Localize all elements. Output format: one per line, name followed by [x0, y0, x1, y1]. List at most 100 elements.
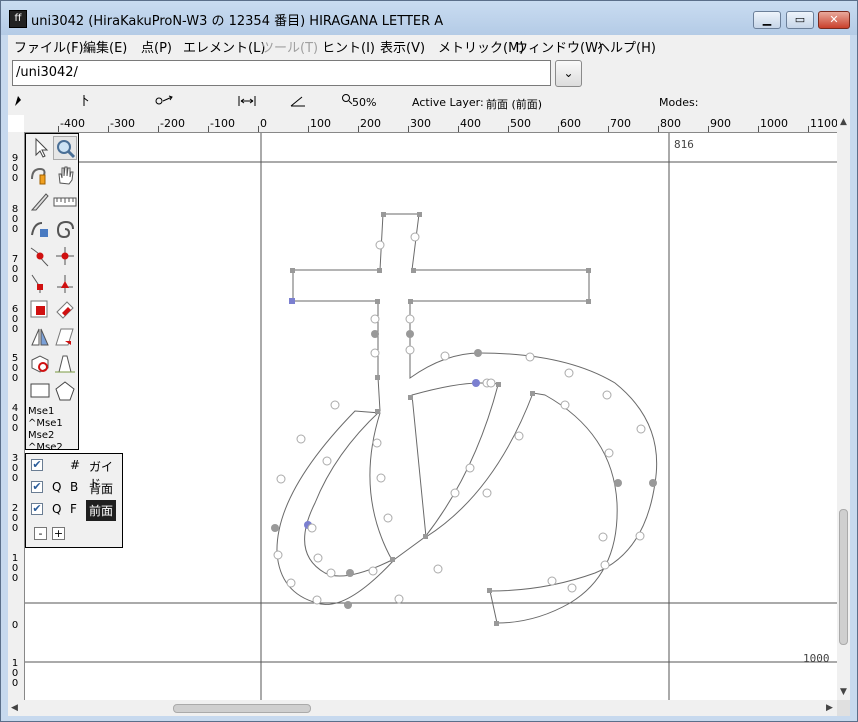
cube-rotate-icon [31, 355, 49, 373]
glyph-path-input[interactable]: /uni3042/ [12, 60, 551, 86]
ruler-tick-mark [358, 126, 359, 132]
layer-type-flag: # [70, 458, 81, 472]
relative-position-icon [155, 95, 173, 105]
ruler-tick-label: 400 [460, 117, 481, 130]
polygon-tool[interactable] [53, 379, 77, 403]
layer-type-flag: B [70, 480, 79, 494]
ruler-tick-label: 100 [310, 117, 331, 130]
hv-point-icon [56, 247, 74, 265]
horizontal-scrollbar[interactable]: ◀ ▶ [8, 700, 837, 716]
menu-point[interactable]: 点(P) [141, 37, 172, 56]
menu-file[interactable]: ファイル(F) [14, 37, 84, 56]
menu-element[interactable]: エレメント(L) [183, 37, 265, 56]
layer-visible-checkbox[interactable]: ✔ [31, 503, 43, 515]
ruler-tick-mark [408, 126, 409, 132]
perspective-icon [55, 355, 75, 373]
layer-name[interactable]: 前面 [86, 500, 117, 521]
remove-layer-button[interactable]: - [34, 527, 47, 540]
glyph-path-dropdown-button[interactable]: ⌄ [555, 60, 582, 87]
menu-hints[interactable]: ヒント(I) [322, 37, 375, 56]
main-window: ff uni3042 (HiraKakuProN-W3 の 12354 番目) … [0, 0, 858, 722]
menu-window[interactable]: ウィンドウ(W) [515, 37, 603, 56]
menu-tools[interactable]: ツール(T) [261, 37, 318, 56]
ruler-tick-label: 1100 [810, 117, 838, 130]
horizontal-scroll-thumb[interactable] [173, 704, 311, 713]
magnify-tool[interactable] [53, 136, 77, 160]
flip-icon [31, 328, 49, 346]
layer-row-fore[interactable]: ✔ Q F 前面 [26, 500, 122, 521]
menu-edit[interactable]: 編集(E) [83, 37, 127, 56]
distance-icon [238, 96, 256, 106]
maximize-button[interactable]: ▭ [786, 11, 814, 29]
3d-rotate-tool[interactable] [28, 352, 52, 376]
layer-visible-checkbox[interactable]: ✔ [31, 459, 43, 471]
rectangle-tool[interactable] [28, 379, 52, 403]
ruler-tick-mark [208, 126, 209, 132]
corner-point-icon [31, 274, 43, 293]
layer-row-guide[interactable]: ✔ # ガイド [26, 456, 122, 491]
mouse1-binding: Mse1 [28, 406, 55, 417]
ruler-tick-label: 0 [11, 620, 19, 631]
layer-type-flag: F [70, 502, 77, 516]
skew-tool[interactable] [53, 325, 77, 349]
freehand-tool[interactable] [28, 163, 52, 187]
ruler-tool[interactable] [53, 190, 77, 214]
vertical-scroll-thumb[interactable] [839, 509, 848, 645]
scroll-down-icon[interactable]: ▼ [840, 687, 847, 697]
tangent-point-tool[interactable] [53, 271, 77, 295]
active-layer-label: Active Layer: [412, 96, 484, 109]
ruler-tick-label: -400 [60, 117, 85, 130]
flip-tool[interactable] [28, 325, 52, 349]
scroll-tool[interactable] [53, 163, 77, 187]
resize-grip-icon[interactable] [837, 700, 850, 716]
ruler-tick-label: 400 [11, 403, 19, 434]
hvcurve-point-tool[interactable] [53, 244, 77, 268]
ruler-tick-mark [158, 126, 159, 132]
glyph-drawing[interactable]: 816 1000 [25, 133, 838, 708]
corner-point-tool[interactable] [28, 271, 52, 295]
pen-lock-icon [31, 222, 48, 237]
ruler-tick-mark [458, 126, 459, 132]
add-layer-button[interactable]: + [52, 527, 65, 540]
scroll-up-icon[interactable]: ▲ [840, 117, 847, 127]
hvcurve-tool[interactable] [28, 217, 52, 241]
angle-icon [290, 96, 305, 107]
layer-q-flag: Q [52, 480, 62, 494]
ctrl-mouse1-binding: ^Mse1 [28, 418, 63, 429]
ruler-tick-mark [808, 126, 809, 132]
tangent-point-icon [57, 275, 73, 293]
perspective-tool[interactable] [53, 352, 77, 376]
vertical-scrollbar[interactable]: ▲ ▼ [837, 115, 850, 708]
curve-point-tool[interactable] [28, 244, 52, 268]
glyph-outline-svg[interactable]: 816 1000 [25, 133, 838, 708]
ruler-tick-label: 700 [610, 117, 631, 130]
active-layer-value: 前面 (前面) [486, 98, 543, 111]
pointer-tool[interactable] [28, 136, 52, 160]
spiro-tool[interactable] [53, 217, 77, 241]
scale-tool[interactable] [28, 298, 52, 322]
ruler-tick-label: 300 [11, 453, 19, 484]
on-curve-points[interactable] [271, 212, 657, 626]
scroll-right-icon[interactable]: ▶ [826, 703, 833, 713]
close-button[interactable]: ✕ [818, 11, 850, 29]
rotate-icon [56, 301, 74, 319]
pointer-icon [15, 96, 21, 106]
glyph-contours[interactable] [276, 213, 658, 624]
point-position-icon [83, 95, 89, 106]
menu-help[interactable]: ヘルプ(H) [597, 37, 656, 56]
ruler-tick-label: 900 [11, 153, 19, 184]
knife-tool[interactable] [28, 190, 52, 214]
menu-view[interactable]: 表示(V) [380, 37, 425, 56]
ruler-tick-label: -100 [210, 117, 235, 130]
layer-name[interactable]: 背面 [86, 478, 116, 499]
minimize-button[interactable]: ▁ [753, 11, 781, 29]
title-bar[interactable]: ff uni3042 (HiraKakuProN-W3 の 12354 番目) … [1, 1, 857, 35]
rotate-tool[interactable] [53, 298, 77, 322]
scroll-left-icon[interactable]: ◀ [11, 703, 18, 713]
layer-row-back[interactable]: ✔ Q B 背面 [26, 478, 122, 498]
advance-width-label: 816 [674, 138, 694, 151]
layer-visible-checkbox[interactable]: ✔ [31, 481, 43, 493]
info-bar: 50% Active Layer: 前面 (前面) Modes: [8, 91, 850, 113]
menu-metrics[interactable]: メトリック(M) [438, 37, 524, 56]
ruler-tick-mark [508, 126, 509, 132]
